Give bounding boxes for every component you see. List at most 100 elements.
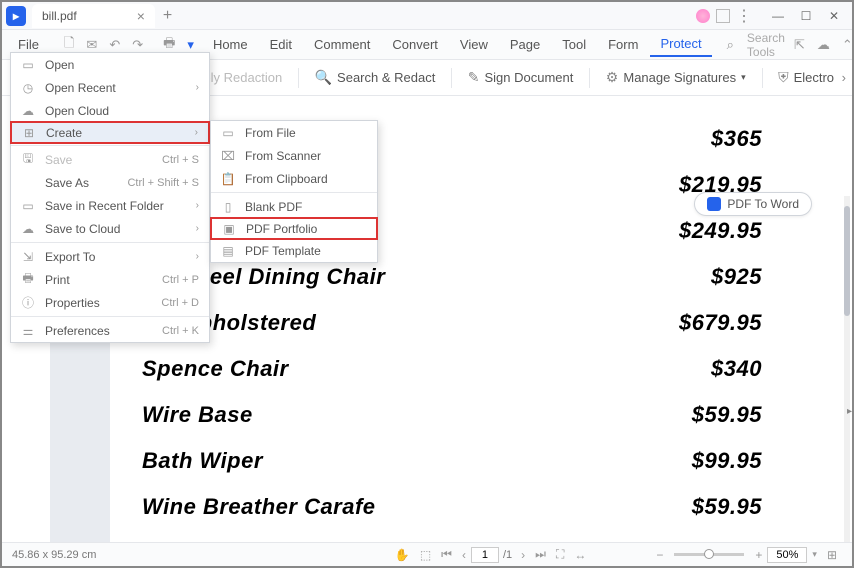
- template-icon: ▤: [221, 244, 235, 258]
- menu-open-recent[interactable]: ◷Open Recent›: [11, 76, 209, 99]
- word-icon: [707, 197, 721, 211]
- submenu-from-file[interactable]: ▭From File: [211, 121, 377, 144]
- table-row: Bath Wiper$99.95: [142, 438, 762, 484]
- more-icon[interactable]: ⋮: [736, 6, 752, 26]
- close-window-button[interactable]: ✕: [820, 4, 848, 28]
- zoom-out-icon[interactable]: −: [651, 548, 668, 562]
- close-tab-icon[interactable]: ×: [137, 8, 145, 24]
- cloud-icon: ☁: [21, 104, 35, 118]
- menu-comment[interactable]: Comment: [304, 33, 380, 56]
- menu-home[interactable]: Home: [203, 33, 258, 56]
- submenu-blank-pdf[interactable]: ▯Blank PDF: [211, 195, 377, 218]
- cloud-up-icon: ☁: [21, 222, 35, 236]
- window-square-icon[interactable]: [716, 9, 730, 23]
- search-redact-button[interactable]: 🔍 Search & Redact: [307, 65, 444, 90]
- folder-icon: ▭: [21, 199, 35, 213]
- zoom-input[interactable]: [767, 547, 807, 563]
- electro-button[interactable]: ⛨ Electro: [770, 65, 842, 90]
- chevron-right-icon: ›: [196, 82, 199, 93]
- blank-page-icon: ▯: [221, 200, 235, 214]
- menu-open[interactable]: ▭Open: [11, 53, 209, 76]
- plus-file-icon: ⊞: [22, 126, 36, 140]
- last-page-icon[interactable]: ⏭: [530, 547, 551, 562]
- create-submenu: ▭From File ⌧From Scanner 📋From Clipboard…: [210, 120, 378, 263]
- menu-form[interactable]: Form: [598, 33, 648, 56]
- menu-print[interactable]: 🖶PrintCtrl + P: [11, 268, 209, 291]
- submenu-from-clipboard[interactable]: 📋From Clipboard: [211, 167, 377, 190]
- tab-filename: bill.pdf: [42, 9, 77, 23]
- shield-icon: ⛨: [778, 69, 789, 86]
- titlebar: ▸ bill.pdf × + ⋮ — ☐ ✕: [2, 2, 852, 30]
- manage-signatures-button[interactable]: ⚙ Manage Signatures ▾: [598, 65, 754, 90]
- prev-page-icon[interactable]: ‹: [457, 548, 471, 562]
- maximize-button[interactable]: ☐: [792, 4, 820, 28]
- menu-protect[interactable]: Protect: [650, 32, 711, 57]
- table-row: Spence Chair$340: [142, 346, 762, 392]
- folder-open-icon: ▭: [21, 58, 35, 72]
- chevron-right-icon[interactable]: ›: [842, 70, 846, 85]
- share-icon[interactable]: ⇱: [789, 34, 810, 56]
- cloud-icon[interactable]: ☁: [812, 34, 835, 56]
- view-mode-icon[interactable]: ⊞: [822, 548, 842, 562]
- zoom-thumb[interactable]: [704, 549, 714, 559]
- expand-arrow-icon[interactable]: ▸: [847, 406, 852, 417]
- chevron-right-icon: ›: [196, 251, 199, 262]
- zoom-slider[interactable]: [674, 553, 744, 556]
- submenu-pdf-portfolio[interactable]: ▣PDF Portfolio: [210, 217, 378, 240]
- pdf-to-word-button[interactable]: PDF To Word: [694, 192, 812, 216]
- signature-icon: ✎: [468, 69, 480, 86]
- menu-page[interactable]: Page: [500, 33, 550, 56]
- menu-save-cloud[interactable]: ☁Save to Cloud›: [11, 217, 209, 240]
- statusbar: 45.86 x 95.29 cm ✋ ⬚ ⏮ ‹ /1 › ⏭ ⛶ ↔ − + …: [2, 542, 852, 566]
- chevron-right-icon: ›: [196, 223, 199, 234]
- collapse-icon[interactable]: ⌃: [837, 34, 854, 56]
- menu-tool[interactable]: Tool: [552, 33, 596, 56]
- new-tab-button[interactable]: +: [163, 7, 172, 25]
- document-tab[interactable]: bill.pdf ×: [32, 4, 155, 28]
- search-icon[interactable]: ⌕: [722, 34, 739, 56]
- sign-document-button[interactable]: ✎ Sign Document: [460, 65, 582, 90]
- clock-icon: ◷: [21, 81, 35, 95]
- menu-create[interactable]: ⊞Create›: [10, 121, 210, 144]
- menu-view[interactable]: View: [450, 33, 498, 56]
- scanner-icon: ⌧: [221, 149, 235, 163]
- menu-save-as[interactable]: Save AsCtrl + Shift + S: [11, 171, 209, 194]
- scrollbar-thumb[interactable]: [844, 206, 850, 316]
- zoom-in-icon[interactable]: +: [750, 548, 767, 562]
- gear-icon: ⚙: [606, 69, 619, 86]
- menu-properties[interactable]: ⓘPropertiesCtrl + D: [11, 291, 209, 314]
- search-tools-input[interactable]: Search Tools: [747, 31, 785, 59]
- export-icon: ⇲: [21, 250, 35, 264]
- file-dropdown-menu: ▭Open ◷Open Recent› ☁Open Cloud ⊞Create›…: [10, 52, 210, 343]
- menu-convert[interactable]: Convert: [382, 33, 448, 56]
- search-redact-icon: 🔍: [315, 69, 332, 86]
- next-page-icon[interactable]: ›: [516, 548, 530, 562]
- table-row: KIVA DINING CHAIR$2,290: [142, 530, 762, 542]
- chevron-down-icon: ▾: [741, 72, 746, 83]
- fit-page-icon[interactable]: ⛶: [551, 547, 569, 562]
- menu-preferences[interactable]: ⚌PreferencesCtrl + K: [11, 319, 209, 342]
- select-tool-icon[interactable]: ⬚: [415, 548, 436, 562]
- file-icon: ▭: [221, 126, 235, 140]
- table-row: Wine Breather Carafe$59.95: [142, 484, 762, 530]
- printer-icon: 🖶: [21, 269, 35, 290]
- table-row: air, Upholstered$679.95: [142, 300, 762, 346]
- portfolio-icon: ▣: [222, 222, 236, 236]
- chevron-right-icon: ›: [196, 200, 199, 211]
- page-number-input[interactable]: [471, 547, 499, 563]
- menu-edit[interactable]: Edit: [260, 33, 302, 56]
- menu-save-recent-folder[interactable]: ▭Save in Recent Folder›: [11, 194, 209, 217]
- scrollbar[interactable]: [844, 196, 850, 542]
- zoom-dropdown-icon[interactable]: ▾: [807, 549, 822, 560]
- first-page-icon[interactable]: ⏮: [436, 547, 457, 562]
- clipboard-icon: 📋: [221, 172, 235, 186]
- minimize-button[interactable]: —: [764, 4, 792, 28]
- hand-tool-icon[interactable]: ✋: [390, 548, 415, 562]
- fit-width-icon[interactable]: ↔: [569, 548, 591, 562]
- menu-export-to[interactable]: ⇲Export To›: [11, 245, 209, 268]
- page-dimensions: 45.86 x 95.29 cm: [12, 549, 96, 561]
- app-icon: ▸: [6, 6, 26, 26]
- submenu-from-scanner[interactable]: ⌧From Scanner: [211, 144, 377, 167]
- menu-open-cloud[interactable]: ☁Open Cloud: [11, 99, 209, 122]
- submenu-pdf-template[interactable]: ▤PDF Template: [211, 239, 377, 262]
